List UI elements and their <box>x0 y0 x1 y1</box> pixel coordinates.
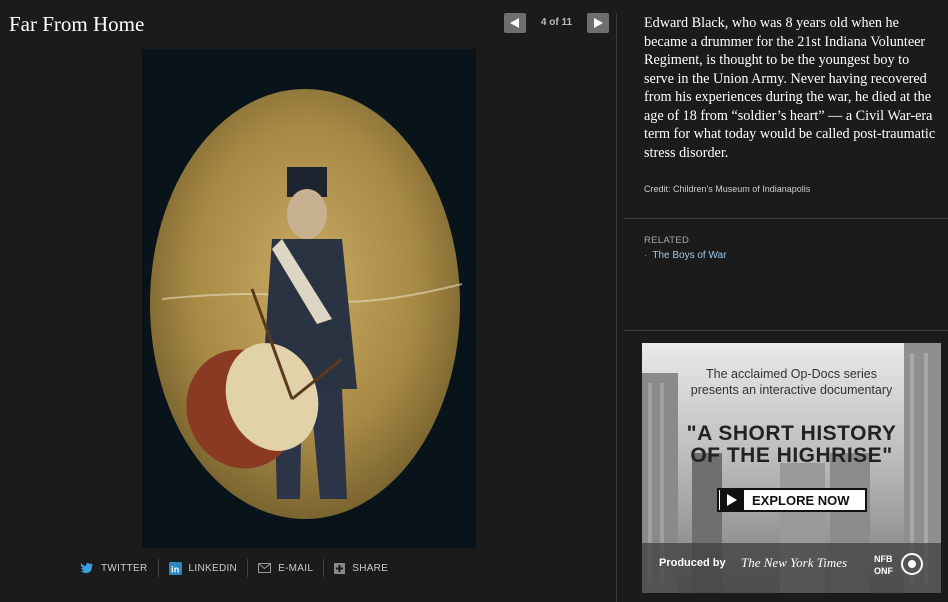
share-bar: TWITTER in LINKEDIN E-MAIL SHARE <box>80 559 398 577</box>
arrow-right-icon <box>594 18 603 28</box>
advertisement[interactable]: The acclaimed Op-Docs series presents an… <box>642 343 941 593</box>
ad-intro-line-1: The acclaimed Op-Docs series <box>706 367 877 381</box>
linkedin-share[interactable]: in LINKEDIN <box>157 559 248 577</box>
ad-headline-1: "A SHORT HISTORY <box>686 422 897 445</box>
next-button[interactable] <box>587 13 609 33</box>
nfb-logo: NFB ONF <box>874 551 928 577</box>
email-label: E-MAIL <box>278 562 314 574</box>
slide-counter: 4 of 11 <box>540 17 573 28</box>
related-link[interactable]: · The Boys of War <box>644 250 726 261</box>
play-icon <box>720 490 744 510</box>
column-divider <box>616 13 617 602</box>
svg-text:NFB: NFB <box>874 554 893 564</box>
ad-produced-by: Produced by <box>659 557 726 569</box>
related-link-label: The Boys of War <box>652 250 727 261</box>
svg-text:in: in <box>171 564 180 574</box>
more-share[interactable]: SHARE <box>323 559 398 577</box>
email-share[interactable]: E-MAIL <box>247 559 323 577</box>
twitter-share[interactable]: TWITTER <box>80 559 158 577</box>
svg-text:ONF: ONF <box>874 566 894 576</box>
section-divider <box>624 330 948 331</box>
twitter-icon <box>80 562 94 574</box>
bullet-icon: · <box>644 250 648 261</box>
nyt-logo: The New York Times <box>741 555 848 570</box>
slideshow-pager: 4 of 11 <box>504 13 609 33</box>
ad-headline-2: OF THE HIGHRISE" <box>690 444 893 467</box>
linkedin-label: LINKEDIN <box>188 562 238 574</box>
photo-caption: Edward Black, who was 8 years old when h… <box>644 15 936 161</box>
explore-now-label: EXPLORE NOW <box>752 492 850 508</box>
twitter-label: TWITTER <box>101 562 148 574</box>
share-label: SHARE <box>352 562 389 574</box>
related-heading: RELATED <box>644 235 690 246</box>
envelope-icon <box>258 563 272 573</box>
plus-icon <box>334 562 346 574</box>
arrow-left-icon <box>510 18 519 28</box>
explore-now-button[interactable]: EXPLORE NOW <box>717 488 867 512</box>
page-title: Far From Home <box>9 12 145 36</box>
previous-button[interactable] <box>504 13 526 33</box>
linkedin-icon: in <box>168 561 182 575</box>
ad-intro-line-2: presents an interactive documentary <box>690 383 893 397</box>
slideshow-photo <box>142 49 476 548</box>
section-divider <box>624 218 948 219</box>
photo-credit: Credit: Children's Museum of Indianapoli… <box>644 184 811 194</box>
